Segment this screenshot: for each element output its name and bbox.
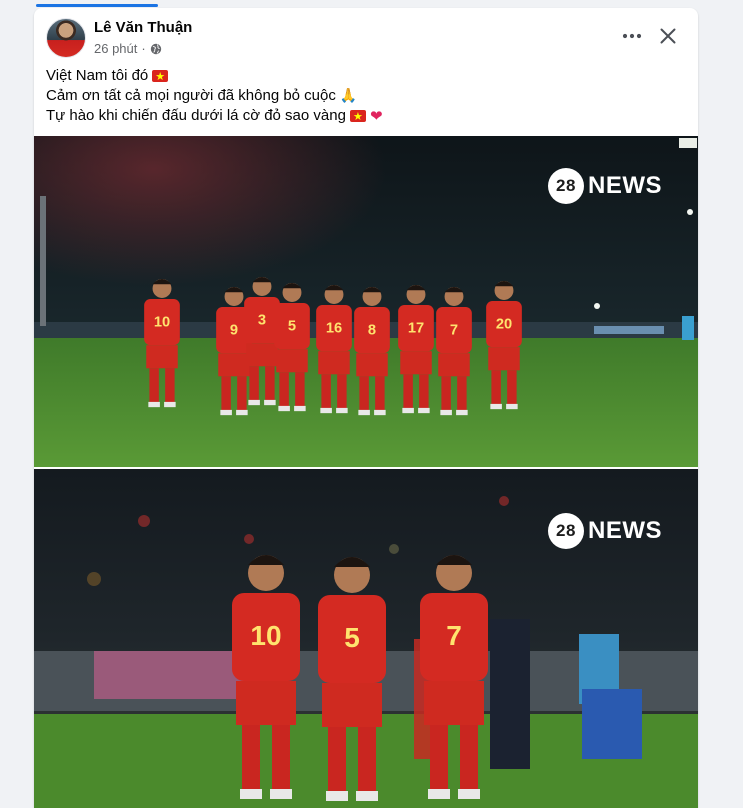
more-options-button[interactable] — [616, 22, 648, 50]
watermark-text: NEWS — [588, 172, 662, 199]
referee-figure — [682, 316, 694, 340]
post-header: Lê Văn Thuận 26 phút · — [34, 8, 698, 64]
watermark-logo: 28 — [548, 168, 584, 204]
folded-hands-icon: 🙏 — [339, 88, 358, 104]
caption-text: Việt Nam tôi đó — [46, 67, 149, 84]
post-photo-celebration[interactable]: 10 5 7 28 NEWS — [34, 469, 698, 808]
vietnam-flag-icon — [349, 107, 366, 127]
more-icon — [622, 33, 642, 39]
close-icon — [660, 28, 676, 44]
post-caption: Việt Nam tôi đó Cảm ơn tất cả mọi người … — [46, 66, 686, 127]
meta-separator: · — [141, 41, 146, 56]
globe-icon[interactable] — [150, 43, 162, 55]
caption-line: Việt Nam tôi đó — [46, 66, 686, 87]
top-bar — [0, 0, 743, 7]
post-meta: 26 phút · — [94, 41, 162, 56]
watermark-logo: 28 — [548, 513, 584, 549]
jersey-number: 7 — [446, 620, 462, 651]
watermark: 28 NEWS — [548, 168, 662, 204]
jersey-number: 5 — [288, 318, 296, 334]
post-card: Lê Văn Thuận 26 phút · Việt Nam tôi đó ★… — [34, 8, 698, 808]
avatar[interactable] — [46, 18, 86, 58]
watermark-text: NEWS — [588, 517, 662, 544]
close-button[interactable] — [654, 22, 682, 50]
jersey-number: 8 — [368, 322, 376, 338]
jersey-number: 10 — [154, 314, 170, 330]
jersey-number: 16 — [326, 320, 342, 336]
jersey-number: 20 — [496, 316, 512, 332]
caption-line: Tự hào khi chiến đấu dưới lá cờ đỏ sao v… — [46, 106, 686, 127]
heart-icon: ❤ — [369, 107, 383, 125]
post-photo-team[interactable]: 10 9 3 5 16 8 17 7 20 28 NEWS — [34, 136, 698, 467]
vietnam-flag-icon — [152, 67, 169, 87]
jersey-number: 17 — [408, 320, 424, 336]
author-name[interactable]: Lê Văn Thuận — [94, 19, 192, 36]
post-time[interactable]: 26 phút — [94, 41, 137, 56]
caption-line: Cảm ơn tất cả mọi người đã không bỏ cuộc… — [46, 86, 686, 106]
caption-text: Cảm ơn tất cả mọi người đã không bỏ cuộc — [46, 87, 336, 104]
caption-text: Tự hào khi chiến đấu dưới lá cờ đỏ sao v… — [46, 107, 346, 124]
watermark: 28 NEWS — [548, 513, 662, 549]
jersey-number: 10 — [250, 620, 281, 651]
jersey-number: 5 — [344, 622, 360, 653]
jersey-number: 3 — [258, 312, 266, 328]
jersey-number: 7 — [450, 322, 458, 338]
active-tab-indicator — [36, 4, 158, 7]
jersey-number: 9 — [230, 322, 238, 338]
